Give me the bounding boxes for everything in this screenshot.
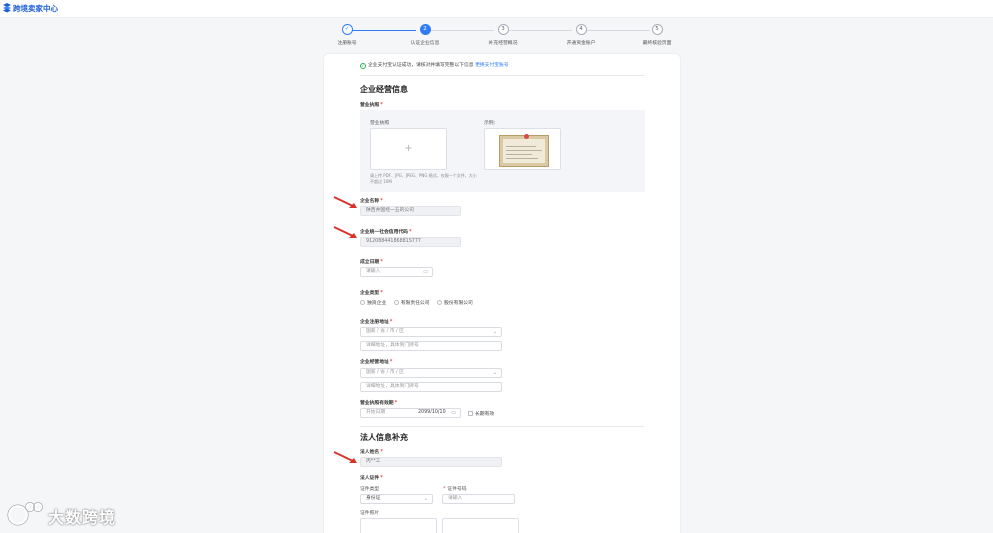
step-label: 认证企业信息 xyxy=(410,41,440,46)
app-title[interactable]: 跨境卖家中心 xyxy=(13,3,58,14)
id-photo-label: 证件照片 xyxy=(360,511,380,516)
biz-address-region-select[interactable]: 国家 / 省 / 市 / 区 ⌄ xyxy=(360,368,502,378)
check-icon: ✓ xyxy=(341,24,353,35)
reg-address-label: 企业注册地址* xyxy=(360,320,393,325)
legal-name-label: 法人姓名* xyxy=(360,450,383,455)
company-type-radio-group: 独资企业 有限责任公司 股份有限公司 xyxy=(360,299,479,306)
id-type-label: 证件类型 xyxy=(360,487,380,492)
red-arrow-icon xyxy=(333,451,357,463)
credit-code-input[interactable]: 91208844186881S777 xyxy=(360,237,461,247)
upload-hint: 请上传 PDF、JPG、JPEG、PNG 格式，仅限一个文件，大小不超过 10M xyxy=(370,173,477,184)
step-label: 开通资金账户 xyxy=(566,41,596,46)
radio-sole-proprietorship[interactable]: 独资企业 xyxy=(360,300,386,306)
step-4: 4 开通资金账户 xyxy=(551,24,611,46)
chevron-down-icon: ⌄ xyxy=(492,370,497,376)
step-3: 3 补充经营概况 xyxy=(473,24,533,46)
watermark-logo-icon xyxy=(7,502,43,526)
biz-address-label: 企业经营地址* xyxy=(360,360,393,365)
step-number: 4 xyxy=(575,24,587,35)
certificate-icon xyxy=(499,134,549,167)
success-notice: ✓ 企业支付宝认证成功，请核对并填写完整以下信息 更换支付宝账号 xyxy=(360,61,509,69)
radio-joint-stock[interactable]: 股份有限公司 xyxy=(437,300,473,306)
calendar-icon: ▭ xyxy=(451,410,456,416)
id-type-value: 身份证 xyxy=(366,496,381,501)
red-arrow-icon xyxy=(333,196,357,208)
region-placeholder: 国家 / 省 / 市 / 区 xyxy=(366,370,404,375)
plus-icon: + xyxy=(404,143,413,154)
checkbox-icon xyxy=(468,411,473,416)
id-photo-back-upload[interactable] xyxy=(442,518,519,533)
step-label: 最终核验页面 xyxy=(642,41,672,46)
step-number: 3 xyxy=(497,24,509,35)
end-date-value: 2099/10/10 xyxy=(418,410,446,415)
example-label: 示例： xyxy=(484,121,499,126)
top-bar: 跨境卖家中心 xyxy=(0,0,993,18)
company-name-input[interactable]: 陕西井国经一五的公司 xyxy=(360,206,461,216)
found-date-label: 成立日期* xyxy=(360,260,383,265)
notice-text: 企业支付宝认证成功，请核对并填写完整以下信息 xyxy=(368,63,474,68)
success-check-icon: ✓ xyxy=(360,63,366,69)
company-type-label: 企业类型* xyxy=(360,291,383,296)
step-number: 5 xyxy=(651,24,663,35)
long-term-checkbox[interactable]: 长期有效 xyxy=(468,410,494,417)
logo-icon xyxy=(3,3,11,13)
radio-icon xyxy=(437,300,443,305)
reg-address-region-select[interactable]: 国家 / 省 / 市 / 区 ⌄ xyxy=(360,327,502,337)
step-label: 注册账号 xyxy=(337,41,357,46)
section-title-legal: 法人信息补充 xyxy=(360,433,408,442)
license-upload-button[interactable]: + xyxy=(370,128,447,170)
region-placeholder: 国家 / 省 / 市 / 区 xyxy=(366,329,404,334)
biz-address-detail-input[interactable]: 详细地址，具体到门牌号 xyxy=(360,382,502,392)
change-alipay-link[interactable]: 更换支付宝账号 xyxy=(475,63,509,68)
start-date-placeholder: 开始日期 xyxy=(366,410,386,415)
id-number-label: * 证件号码 xyxy=(443,487,467,492)
chevron-down-icon: ⌄ xyxy=(492,329,497,335)
validity-label: 营业执照有效期* xyxy=(360,401,398,406)
watermark-text: 大数跨境 xyxy=(48,508,117,527)
id-type-select[interactable]: 身份证 ⌄ xyxy=(360,494,433,504)
step-5: 5 最终核验页面 xyxy=(627,24,687,46)
calendar-icon: ▭ xyxy=(423,269,428,275)
step-2: 2 认证企业信息 xyxy=(395,24,455,46)
license-example-image[interactable] xyxy=(484,128,561,170)
id-photo-front-upload[interactable] xyxy=(360,518,437,533)
radio-limited-liability[interactable]: 有限责任公司 xyxy=(393,300,430,306)
company-name-label: 企业名称* xyxy=(360,199,383,204)
step-1: ✓ 注册账号 xyxy=(317,24,377,46)
step-number: 2 xyxy=(419,24,431,35)
credit-code-label: 企业统一社会信用代码* xyxy=(360,230,412,235)
legal-name-input[interactable]: 丙**工 xyxy=(360,457,502,467)
found-date-picker[interactable]: 请输入 ▭ xyxy=(360,267,433,277)
id-number-input[interactable]: 请输入 xyxy=(442,494,515,504)
radio-icon xyxy=(360,300,365,305)
divider xyxy=(360,426,644,427)
reg-address-detail-input[interactable]: 详细地址，具体到门牌号 xyxy=(360,341,502,351)
chevron-down-icon: ⌄ xyxy=(423,496,428,502)
divider xyxy=(360,75,644,76)
radio-icon xyxy=(393,300,399,305)
found-date-placeholder: 请输入 xyxy=(366,269,381,274)
license-label: 营业执照* xyxy=(360,103,383,108)
validity-range-picker[interactable]: 开始日期 2099/10/10 ▭ xyxy=(360,408,461,418)
red-arrow-icon xyxy=(333,226,357,238)
legal-id-label: 法人证件* xyxy=(360,476,383,481)
section-title-business: 企业经营信息 xyxy=(360,85,408,94)
license-upload-label: 营业执照 xyxy=(370,121,390,126)
progress-steps: ✓ 注册账号 2 认证企业信息 3 补充经营概况 4 开通资金账户 5 最终核验… xyxy=(330,24,675,46)
step-label: 补充经营概况 xyxy=(488,41,518,46)
